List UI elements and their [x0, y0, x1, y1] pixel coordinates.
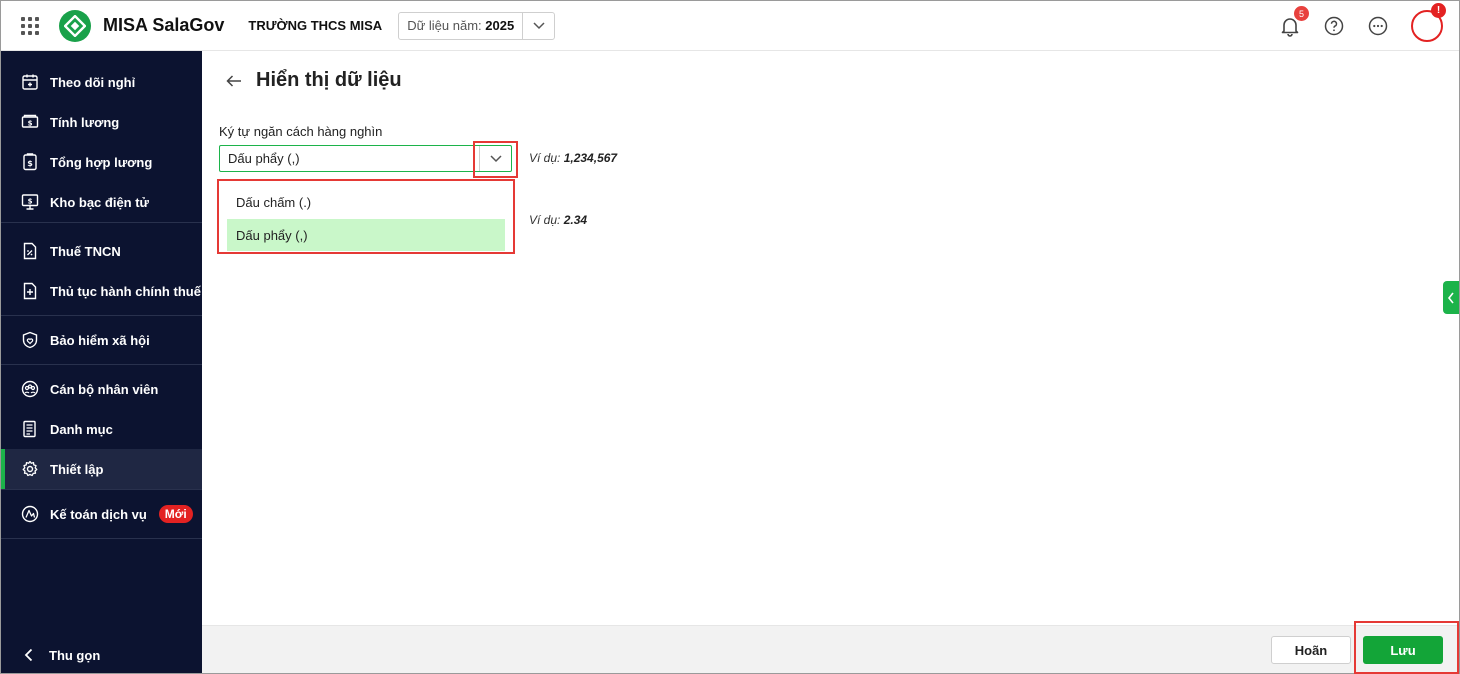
year-label: Dữ liệu năm:: [407, 18, 482, 33]
more-options-icon[interactable]: [1367, 15, 1389, 37]
sidebar-item-ke-toan-dich-vu[interactable]: Kế toán dịch vụ Mới: [1, 494, 202, 534]
sidebar-item-can-bo-nhan-vien[interactable]: Cán bộ nhân viên: [1, 369, 202, 409]
sidebar-item-tinh-luong[interactable]: $ Tính lương: [1, 102, 202, 142]
year-value: 2025: [485, 18, 515, 33]
sidebar-group-service: Kế toán dịch vụ Mới: [1, 490, 202, 539]
sidebar-item-label: Tổng hợp lương: [50, 154, 153, 170]
save-button-highlight: [1354, 621, 1459, 674]
footer-bar: Hoãn Lưu: [202, 621, 1459, 674]
sidebar-group-tax: Thuế TNCN Thủ tục hành chính thuế: [1, 223, 202, 316]
sidebar-item-label: Thuế TNCN: [50, 243, 121, 259]
thousand-separator-example: Ví dụ: 1,234,567: [529, 151, 617, 165]
sidebar-group-payroll: Theo dõi nghỉ $ Tính lương $ Tổng hợp lư…: [1, 51, 202, 223]
thousand-separator-value: Dấu phẩy (,): [228, 151, 300, 166]
gear-icon: [22, 460, 38, 477]
sidebar-item-label: Kho bạc điện tử: [50, 194, 149, 210]
sidebar-item-kho-bac-dien-tu[interactable]: $ Kho bạc điện tử: [1, 182, 202, 222]
sidebar: Theo dõi nghỉ $ Tính lương $ Tổng hợp lư…: [1, 51, 202, 673]
page-header: Hiển thị dữ liệu: [224, 69, 402, 92]
staff-icon: [21, 380, 39, 398]
side-panel-toggle[interactable]: [1443, 281, 1459, 314]
collapse-sidebar-button[interactable]: Thu gọn: [1, 637, 202, 673]
salary-summary-icon: $: [23, 153, 37, 171]
chevron-down-icon[interactable]: [522, 12, 554, 39]
shield-heart-icon: [22, 331, 38, 349]
sidebar-item-label: Thiết lập: [50, 461, 104, 477]
sidebar-item-label: Danh mục: [50, 421, 113, 437]
header-actions: 5 !: [1279, 1, 1446, 51]
sidebar-item-label: Cán bộ nhân viên: [50, 381, 159, 397]
sidebar-item-bao-hiem-xa-hoi[interactable]: Bảo hiểm xã hội: [1, 320, 202, 360]
notification-count-badge: 5: [1294, 6, 1309, 21]
sidebar-group-insurance: Bảo hiểm xã hội: [1, 316, 202, 365]
help-icon[interactable]: [1323, 15, 1345, 37]
chevron-left-icon: [24, 648, 33, 662]
thousand-separator-label: Ký tự ngăn cách hàng nghìn: [219, 124, 383, 139]
avatar-alert-badge: !: [1431, 3, 1446, 18]
calendar-icon: [22, 74, 38, 90]
sidebar-item-label: Tính lương: [50, 114, 120, 130]
example-value: 1,234,567: [563, 151, 618, 165]
example-prefix: Ví dụ:: [529, 213, 561, 227]
sidebar-item-thiet-lap[interactable]: Thiết lập: [1, 449, 202, 489]
list-document-icon: [23, 420, 36, 438]
sidebar-item-label: Bảo hiểm xã hội: [50, 332, 150, 348]
sidebar-item-label: Theo dõi nghỉ: [50, 74, 136, 90]
svg-text:$: $: [28, 197, 33, 205]
sidebar-item-thu-tuc-hanh-chinh-thue[interactable]: Thủ tục hành chính thuế: [1, 271, 202, 311]
example-prefix: Ví dụ:: [529, 151, 561, 165]
dropdown-button-highlight: [473, 141, 518, 178]
accounting-service-icon: [21, 505, 39, 523]
example-value: 2.34: [563, 213, 588, 227]
treasury-icon: $: [21, 194, 39, 210]
tax-document-icon: [23, 242, 37, 260]
sidebar-item-tong-hop-luong[interactable]: $ Tổng hợp lương: [1, 142, 202, 182]
sidebar-group-admin: Cán bộ nhân viên Danh mục Thiết lập: [1, 365, 202, 490]
notification-bell-icon[interactable]: 5: [1279, 6, 1309, 37]
collapse-label: Thu gọn: [49, 647, 101, 663]
misa-logo: [59, 9, 91, 42]
sidebar-item-thue-tncn[interactable]: Thuế TNCN: [1, 231, 202, 271]
svg-text:$: $: [27, 159, 33, 168]
svg-text:$: $: [28, 119, 33, 127]
back-arrow-icon[interactable]: [224, 71, 244, 91]
school-name: TRƯỜNG THCS MISA: [248, 18, 383, 33]
sidebar-item-danh-muc[interactable]: Danh mục: [1, 409, 202, 449]
chevron-left-icon: [1447, 292, 1454, 303]
year-select[interactable]: Dữ liệu năm: 2025: [398, 11, 556, 40]
money-icon: $: [21, 114, 39, 128]
decimal-separator-example: Ví dụ: 2.34: [529, 213, 587, 227]
sidebar-item-label: Kế toán dịch vụ: [50, 506, 147, 522]
app-name: MISA SalaGov: [103, 15, 225, 35]
sidebar-item-theo-doi-nghi[interactable]: Theo dõi nghỉ: [1, 62, 202, 102]
sidebar-item-label: Thủ tục hành chính thuế: [50, 283, 201, 299]
separator-dropdown-menu: Dấu chấm (.) Dấu phẩy (,): [217, 179, 515, 254]
page-title: Hiển thị dữ liệu: [256, 69, 402, 91]
apps-grid-icon[interactable]: [21, 16, 39, 35]
main-content: Hiển thị dữ liệu Ký tự ngăn cách hàng ng…: [202, 51, 1459, 625]
user-avatar[interactable]: !: [1411, 3, 1446, 42]
document-plus-icon: [23, 282, 37, 300]
new-badge: Mới: [158, 505, 193, 523]
dropdown-option-comma[interactable]: Dấu phẩy (,): [227, 219, 505, 251]
thousand-separator-select[interactable]: Dấu phẩy (,): [219, 145, 512, 172]
top-bar: MISA SalaGov TRƯỜNG THCS MISA Dữ liệu nă…: [1, 1, 1459, 51]
dropdown-option-dot[interactable]: Dấu chấm (.): [227, 187, 505, 217]
cancel-button[interactable]: Hoãn: [1271, 636, 1351, 664]
